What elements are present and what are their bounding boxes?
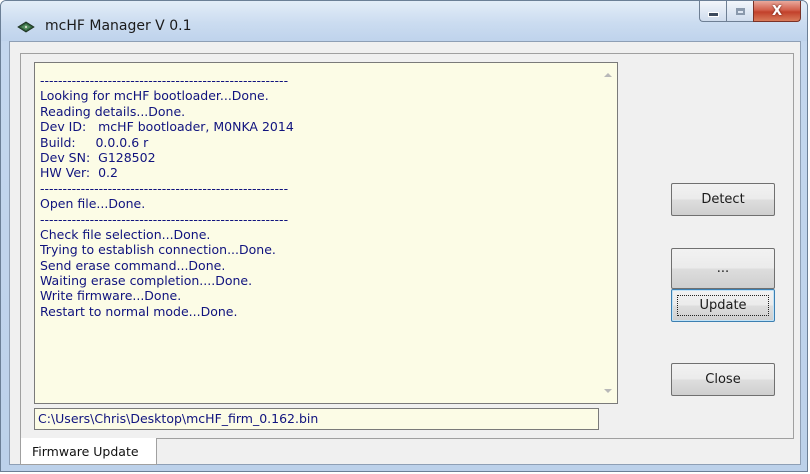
log-scrollbar[interactable] [600,63,617,403]
close-button[interactable]: Close [671,363,775,396]
file-path-field[interactable]: C:\Users\Chris\Desktop\mcHF_firm_0.162.b… [34,408,599,430]
log-line: HW Ver: 0.2 [40,165,118,181]
log-line: ----------------------------------------… [40,180,289,196]
log-line: Restart to normal mode...Done. [40,303,238,319]
update-button-label: Update [677,295,769,316]
browse-button[interactable]: ... [671,248,775,289]
detect-button[interactable]: Detect [671,183,775,216]
tab-firmware-update[interactable]: Firmware Update [20,438,157,465]
minimize-button[interactable] [699,1,726,22]
tab-page-firmware-update: ----------------------------------------… [20,53,794,439]
maximize-icon [735,7,745,15]
log-line: Build: 0.0.0.6 r [40,134,149,150]
log-output[interactable]: ----------------------------------------… [34,62,618,404]
caption-buttons: X [699,1,801,23]
title-bar[interactable]: mcHF Manager V 0.1 X [1,1,807,41]
scroll-down-arrow-icon[interactable] [604,389,612,393]
minimize-icon [707,12,719,17]
log-line: Reading details...Done. [40,103,186,119]
window-title: mcHF Manager V 0.1 [45,18,192,34]
circuit-board-icon [17,21,35,33]
log-line: Send erase command...Done. [40,257,226,273]
log-line: ----------------------------------------… [40,211,289,227]
log-line: Dev SN: G128502 [40,149,156,165]
scroll-up-arrow-icon[interactable] [604,73,612,77]
log-line: Dev ID: mcHF bootloader, M0NKA 2014 [40,119,294,135]
log-line: Open file...Done. [40,196,146,212]
log-lines: ----------------------------------------… [40,73,600,319]
maximize-button[interactable] [726,1,753,22]
app-window: mcHF Manager V 0.1 X -------------------… [0,0,808,472]
log-line: Trying to establish connection...Done. [40,242,276,258]
update-button[interactable]: Update [671,289,775,322]
close-icon: X [771,3,783,19]
log-line: Waiting erase completion....Done. [40,273,253,289]
client-area: ----------------------------------------… [9,41,801,465]
log-line: Write firmware...Done. [40,288,182,304]
close-window-button[interactable]: X [753,1,801,22]
log-line: ----------------------------------------… [40,73,289,88]
log-line: Looking for mcHF bootloader...Done. [40,88,269,104]
log-line: Check file selection...Done. [40,226,211,242]
